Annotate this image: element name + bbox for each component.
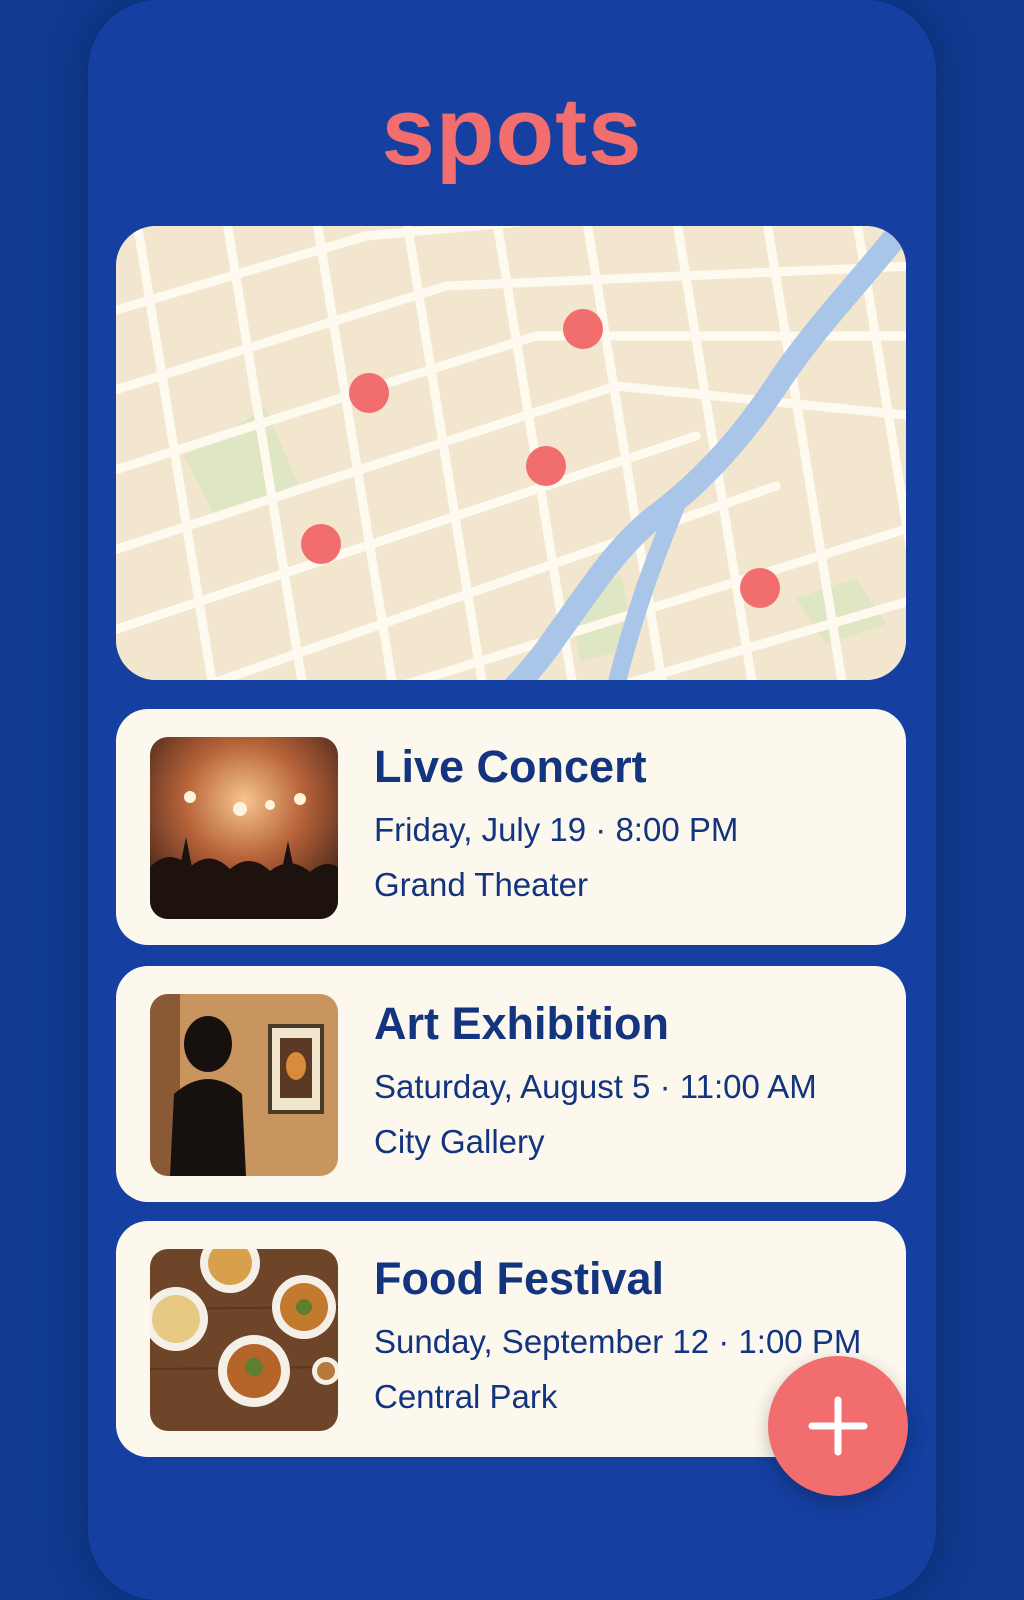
map-pin[interactable] xyxy=(563,309,603,349)
concert-photo xyxy=(150,737,338,919)
add-event-button[interactable] xyxy=(768,1356,908,1496)
event-datetime: Saturday, August 5 · 11:00 AM xyxy=(374,1068,817,1105)
event-venue: Grand Theater xyxy=(374,866,589,903)
event-title: Food Festival xyxy=(374,1253,665,1304)
event-datetime: Friday, July 19 · 8:00 PM xyxy=(374,811,739,848)
map-pin[interactable] xyxy=(526,446,566,486)
plus-icon xyxy=(808,1396,868,1456)
map-graphic xyxy=(116,226,906,680)
food-photo xyxy=(150,1249,338,1431)
event-title: Live Concert xyxy=(374,741,647,792)
app-title: spots xyxy=(381,78,643,185)
map-pin[interactable] xyxy=(740,568,780,608)
events-map[interactable] xyxy=(116,226,906,680)
event-card[interactable]: Art Exhibition Saturday, August 5 · 11:0… xyxy=(116,966,906,1202)
map-pin[interactable] xyxy=(349,373,389,413)
map-pin[interactable] xyxy=(301,524,341,564)
event-title: Art Exhibition xyxy=(374,998,669,1049)
event-card[interactable]: Live Concert Friday, July 19 · 8:00 PM G… xyxy=(116,709,906,945)
event-venue: City Gallery xyxy=(374,1123,545,1160)
gallery-photo xyxy=(150,994,338,1176)
event-venue: Central Park xyxy=(374,1378,558,1415)
